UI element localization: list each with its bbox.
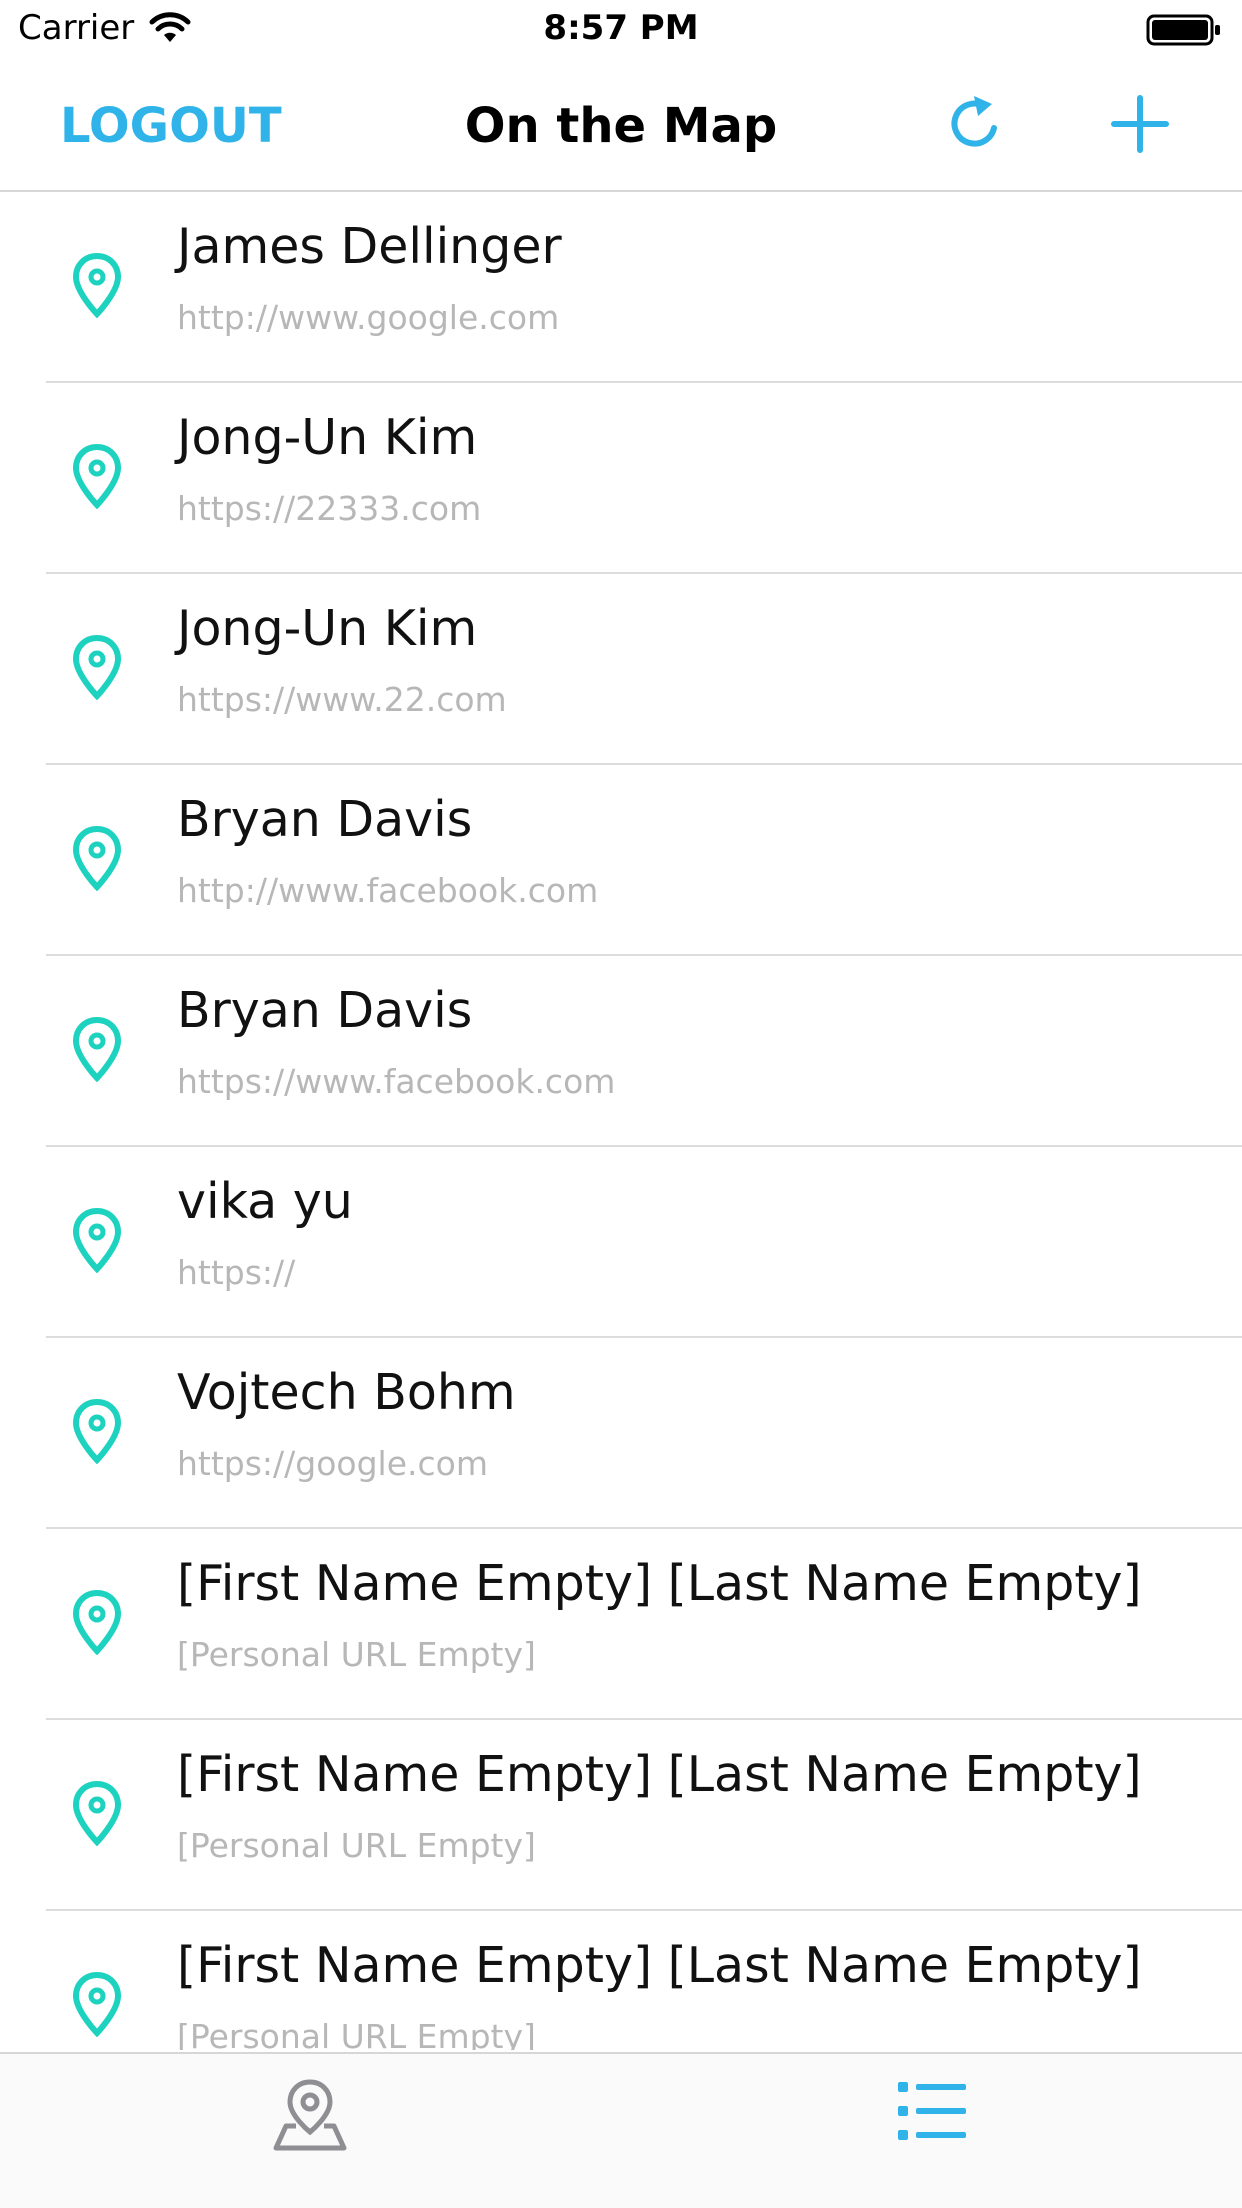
student-url: https://22333.com (177, 489, 482, 528)
navigation-bar: LOGOUT On the Map (0, 60, 1242, 192)
tab-map[interactable] (272, 2076, 348, 2156)
student-url: https://www.22.com (177, 680, 507, 719)
list-item[interactable]: [First Name Empty] [Last Name Empty] [Per… (0, 1529, 1242, 1720)
location-pin-icon (70, 443, 124, 513)
student-url: http://www.facebook.com (177, 871, 599, 910)
student-name: Jong-Un Kim (177, 600, 478, 657)
list-item[interactable]: Jong-Un Kim https://22333.com (0, 383, 1242, 574)
location-pin-icon (70, 1780, 124, 1850)
student-url: https://www.facebook.com (177, 1062, 616, 1101)
location-pin-icon (70, 634, 124, 704)
list-item[interactable]: vika yu https:// (0, 1147, 1242, 1338)
student-name: [First Name Empty] [Last Name Empty] (177, 1555, 1142, 1612)
location-pin-icon (70, 1398, 124, 1468)
student-name: Bryan Davis (177, 791, 473, 848)
location-pin-icon (70, 1207, 124, 1277)
tab-list[interactable] (896, 2078, 968, 2148)
status-bar: Carrier 8:57 PM (0, 0, 1242, 60)
clock: 8:57 PM (543, 8, 699, 48)
tab-bar (0, 2052, 1242, 2208)
student-name: [First Name Empty] [Last Name Empty] (177, 1937, 1142, 1994)
plus-icon (1110, 95, 1170, 158)
add-location-button[interactable] (1110, 94, 1170, 158)
student-url: http://www.google.com (177, 298, 560, 337)
refresh-button[interactable] (946, 94, 1006, 158)
logout-button[interactable]: LOGOUT (60, 98, 282, 154)
student-url: [Personal URL Empty] (177, 1826, 536, 1865)
student-url: https:// (177, 1253, 296, 1292)
student-url: [Personal URL Empty] (177, 1635, 536, 1674)
list-item[interactable]: James Dellinger http://www.google.com (0, 192, 1242, 383)
location-pin-icon (70, 1971, 124, 2041)
student-url: https://google.com (177, 1444, 489, 1483)
list-item[interactable]: [First Name Empty] [Last Name Empty] [Per… (0, 1911, 1242, 2050)
app-screen: Carrier 8:57 PM LOGOUT On the Map James … (0, 0, 1242, 2208)
location-pin-icon (70, 1016, 124, 1086)
student-name: Bryan Davis (177, 982, 473, 1039)
student-name: [First Name Empty] [Last Name Empty] (177, 1746, 1142, 1803)
student-name: James Dellinger (177, 218, 562, 275)
map-pin-icon (272, 2079, 348, 2156)
list-item[interactable]: Vojtech Bohm https://google.com (0, 1338, 1242, 1529)
student-url: [Personal URL Empty] (177, 2017, 536, 2050)
list-icon (896, 2082, 968, 2148)
location-pin-icon (70, 252, 124, 322)
battery-icon (1146, 14, 1222, 50)
student-name: Jong-Un Kim (177, 409, 478, 466)
student-name: vika yu (177, 1173, 353, 1230)
student-name: Vojtech Bohm (177, 1364, 516, 1421)
student-list[interactable]: James Dellinger http://www.google.com Jong… (0, 192, 1242, 2050)
location-pin-icon (70, 825, 124, 895)
list-item[interactable]: Bryan Davis http://www.facebook.com (0, 765, 1242, 956)
list-item[interactable]: [First Name Empty] [Last Name Empty] [Per… (0, 1720, 1242, 1911)
list-item[interactable]: Jong-Un Kim https://www.22.com (0, 574, 1242, 765)
list-item[interactable]: Bryan Davis https://www.facebook.com (0, 956, 1242, 1147)
refresh-icon (946, 96, 1006, 158)
location-pin-icon (70, 1589, 124, 1659)
